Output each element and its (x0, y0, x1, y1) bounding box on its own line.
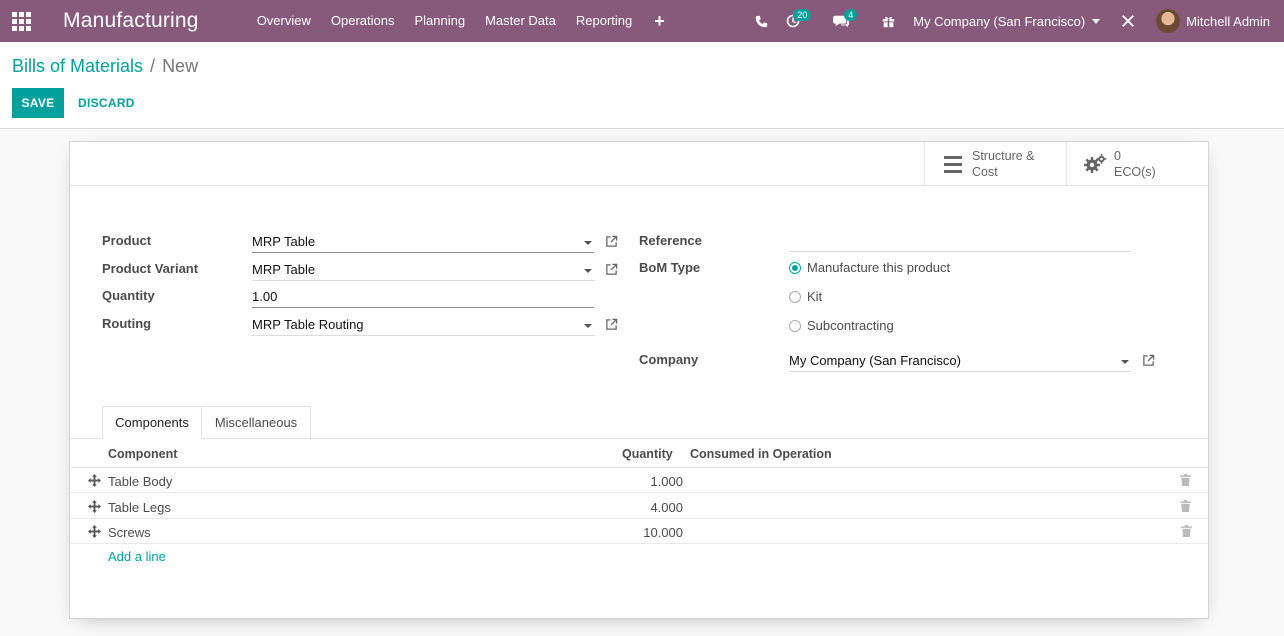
chevron-down-icon (584, 324, 592, 328)
eco-button[interactable]: 0 ECO(s) (1066, 142, 1208, 186)
button-box: Structure & Cost 0 ECO(s) (70, 142, 1208, 186)
messages-badge: 4 (844, 9, 858, 21)
form-sheet: Structure & Cost 0 ECO(s) Product MRP Ta… (69, 141, 1209, 619)
gift-icon[interactable] (873, 0, 904, 42)
component-name: Table Body (108, 474, 173, 489)
structure-cost-button[interactable]: Structure & Cost (924, 142, 1066, 186)
avatar (1156, 9, 1181, 33)
breadcrumb: Bills of Materials / New (12, 56, 198, 77)
bom-type-label: BoM Type (639, 260, 701, 275)
bom-type-manufacture-option[interactable]: Manufacture this product (789, 260, 950, 275)
phone-icon[interactable] (746, 0, 777, 42)
radio-icon[interactable] (789, 290, 801, 303)
save-button[interactable]: SAVE (12, 88, 64, 118)
component-quantity: 10.000 (643, 525, 683, 540)
bars-icon (939, 155, 967, 173)
bom-type-kit-label: Kit (807, 289, 823, 304)
radio-checked-icon[interactable] (789, 261, 801, 274)
company-switcher-label: My Company (San Francisco) (913, 13, 1086, 29)
main-menu: Overview Operations Planning Master Data… (247, 0, 677, 42)
product-variant-label: Product Variant (102, 261, 199, 276)
routing-value: MRP Table Routing (252, 317, 364, 332)
activity-clock-icon[interactable]: 20 (777, 0, 824, 42)
drag-handle-icon[interactable] (88, 525, 101, 538)
bom-type-kit-option[interactable]: Kit (789, 289, 822, 304)
component-quantity: 1.000 (650, 474, 683, 489)
trash-icon[interactable] (1180, 500, 1191, 512)
menu-item-operations[interactable]: Operations (321, 0, 405, 42)
systray: 20 4 My Company (San Francisco) Mitchell… (746, 0, 1284, 42)
menu-item-reporting[interactable]: Reporting (566, 0, 642, 42)
external-link-icon[interactable] (605, 318, 618, 331)
breadcrumb-bills-of-materials[interactable]: Bills of Materials (12, 56, 143, 77)
radio-icon[interactable] (789, 319, 801, 332)
product-variant-field[interactable]: MRP Table (252, 259, 594, 281)
app-title[interactable]: Manufacturing (63, 9, 199, 33)
menu-plus-icon[interactable]: + (642, 0, 677, 42)
product-field[interactable]: MRP Table (252, 231, 594, 253)
reference-field[interactable] (789, 230, 1131, 252)
gears-icon (1081, 153, 1109, 175)
messages-icon[interactable]: 4 (824, 0, 873, 42)
structure-cost-label-line1: Structure & (972, 149, 1035, 163)
component-name: Table Legs (108, 500, 171, 515)
routing-label: Routing (102, 316, 152, 331)
add-a-line-link[interactable]: Add a line (108, 549, 166, 564)
external-link-icon[interactable] (1142, 354, 1155, 367)
column-component[interactable]: Component (108, 447, 177, 461)
bom-type-subcontracting-label: Subcontracting (807, 318, 894, 333)
table-row[interactable]: Table Body 1.000 (70, 468, 1208, 493)
chevron-down-icon (1092, 18, 1101, 24)
discard-button[interactable]: DISCARD (72, 88, 141, 118)
quantity-value: 1.00 (252, 289, 278, 304)
user-name: Mitchell Admin (1186, 13, 1270, 29)
drag-handle-icon[interactable] (88, 500, 101, 513)
table-row[interactable]: Screws 10.000 (70, 519, 1208, 544)
breadcrumb-separator: / (150, 56, 156, 76)
menu-item-overview[interactable]: Overview (247, 0, 321, 42)
drag-handle-icon[interactable] (88, 474, 101, 487)
eco-count: 0 (1114, 149, 1121, 163)
tab-miscellaneous[interactable]: Miscellaneous (201, 406, 311, 439)
routing-field[interactable]: MRP Table Routing (252, 314, 594, 336)
apps-menu-icon[interactable] (0, 0, 42, 42)
table-row[interactable]: Table Legs 4.000 (70, 494, 1208, 519)
top-navbar: Manufacturing Overview Operations Planni… (0, 0, 1284, 42)
chevron-down-icon (584, 241, 592, 245)
structure-cost-label-line2: Cost (972, 165, 998, 179)
trash-icon[interactable] (1181, 525, 1192, 537)
eco-label: ECO(s) (1114, 165, 1156, 179)
external-link-icon[interactable] (605, 235, 618, 248)
product-variant-value: MRP Table (252, 262, 316, 277)
chevron-down-icon (1121, 360, 1129, 364)
external-link-icon[interactable] (605, 263, 618, 276)
component-quantity: 4.000 (650, 500, 683, 515)
quantity-field[interactable]: 1.00 (252, 286, 594, 308)
product-label: Product (102, 233, 152, 248)
user-menu[interactable]: Mitchell Admin (1147, 0, 1284, 42)
company-switcher[interactable]: My Company (San Francisco) (904, 0, 1109, 42)
company-value: My Company (San Francisco) (789, 353, 961, 368)
tab-components[interactable]: Components (102, 406, 202, 439)
breadcrumb-current: New (162, 56, 199, 76)
menu-item-master-data[interactable]: Master Data (475, 0, 566, 42)
menu-item-planning[interactable]: Planning (404, 0, 475, 42)
trash-icon[interactable] (1180, 474, 1191, 486)
quantity-label: Quantity (102, 288, 155, 303)
column-consumed-in-operation[interactable]: Consumed in Operation (690, 447, 832, 461)
chevron-down-icon (584, 269, 592, 273)
control-panel: Bills of Materials / New SAVE DISCARD (0, 42, 1284, 129)
product-value: MRP Table (252, 234, 316, 249)
bom-type-subcontracting-option[interactable]: Subcontracting (789, 318, 894, 333)
activity-badge: 20 (793, 9, 812, 21)
component-name: Screws (108, 525, 151, 540)
components-table-header: Component Quantity Consumed in Operation (70, 439, 1208, 468)
bom-type-manufacture-label: Manufacture this product (807, 260, 951, 275)
reference-label: Reference (639, 233, 702, 248)
company-field[interactable]: My Company (San Francisco) (789, 350, 1131, 372)
column-quantity[interactable]: Quantity (622, 447, 673, 461)
company-label: Company (639, 352, 699, 367)
debug-tools-icon[interactable] (1109, 0, 1147, 42)
